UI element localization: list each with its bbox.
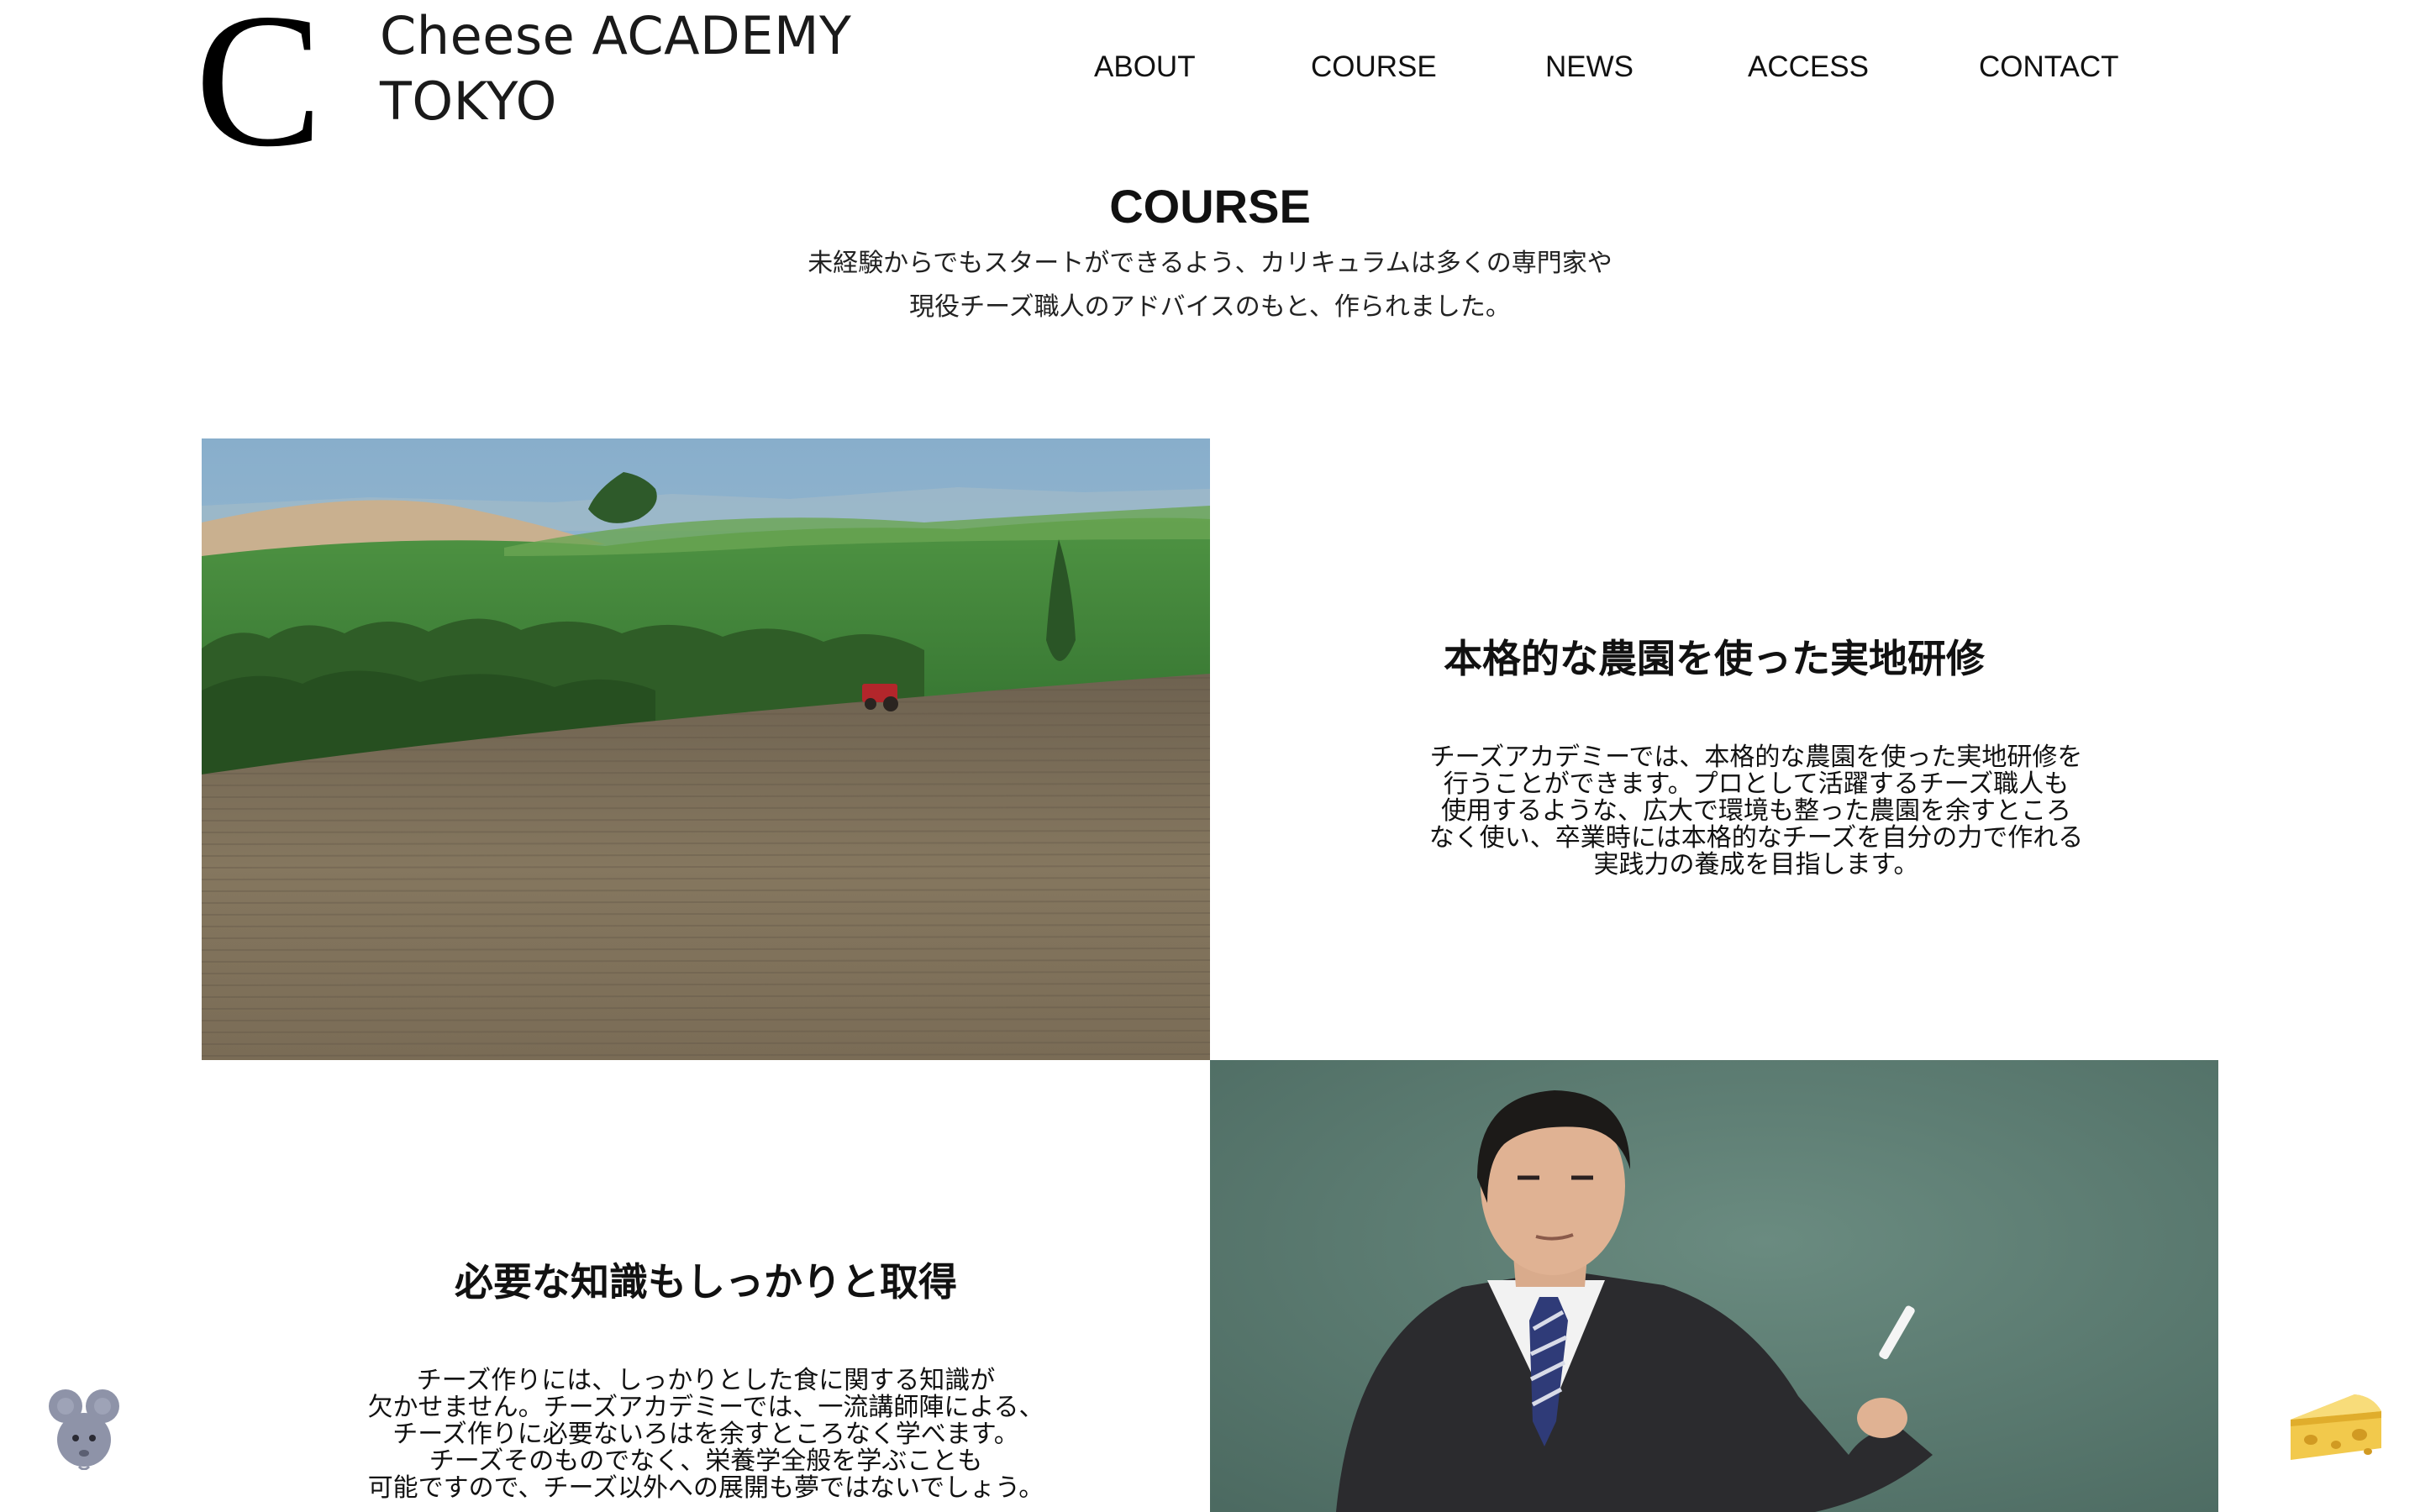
block1-line-2: 行うことができます。プロとして活躍するチーズ職人も (1443, 769, 2070, 799)
block2-line-3: チーズ作りに必要ないろはを余すところなく学べます。 (392, 1420, 1019, 1449)
block1-line-1: チーズアカデミーでは、本格的な農園を使った実地研修を (1429, 743, 2083, 772)
cheese-icon[interactable] (2287, 1389, 2385, 1465)
block-body-knowledge: チーズ作りには、しっかりとした食に関する知識が 欠かせません。チーズアカデミーで… (286, 1368, 1126, 1502)
block1-line-5: 実践力の養成を目指します。 (1593, 850, 1919, 879)
nav-about[interactable]: ABOUT (1094, 47, 1196, 87)
section-lead: 未経験からでもスタートができるよう、カリキュラムは多くの専門家や 現役チーズ職人… (0, 242, 2420, 329)
mouse-icon[interactable] (45, 1386, 123, 1471)
nav-contact[interactable]: CONTACT (1979, 47, 2119, 87)
block2-line-2: 欠かせません。チーズアカデミーでは、一流講師陣による、 (367, 1393, 1044, 1422)
block2-line-5: 可能ですので、チーズ以外への展開も夢ではないでしょう。 (367, 1473, 1044, 1503)
block-body-farm-training: チーズアカデミーでは、本格的な農園を使った実地研修を 行うことができます。プロと… (1378, 744, 2134, 879)
section-lead-line-2: 現役チーズ職人のアドバイスのもと、作られました。 (909, 292, 1511, 322)
teacher-blackboard-photo (1210, 1060, 2218, 1512)
section-lead-line-1: 未経験からでもスタートができるよう、カリキュラムは多くの専門家や (808, 249, 1612, 278)
section-title: COURSE (1109, 180, 1311, 233)
nav-news[interactable]: NEWS (1545, 47, 1634, 87)
block1-line-3: 使用するような、広大で環境も整った農園を余すところ (1441, 796, 2071, 826)
nav-access[interactable]: ACCESS (1748, 47, 1869, 87)
nav-course[interactable]: COURSE (1311, 47, 1437, 87)
block1-line-4: なく使い、卒業時には本格的なチーズを自分の力で作れる (1428, 823, 2084, 853)
block2-line-4: チーズそのものでなく、栄養学全般を学ぶことも (429, 1446, 983, 1476)
block2-line-1: チーズ作りには、しっかりとした食に関する知識が (416, 1366, 996, 1395)
farm-field-photo (202, 438, 1210, 1060)
block-title-farm-training: 本格的な農園を使った実地研修 (1444, 636, 1985, 681)
block-title-knowledge: 必要な知識もしっかりと取得 (455, 1259, 957, 1305)
logo-mark: C (195, 0, 324, 186)
main-nav: ABOUT COURSE NEWS ACCESS CONTACT (0, 47, 2420, 87)
